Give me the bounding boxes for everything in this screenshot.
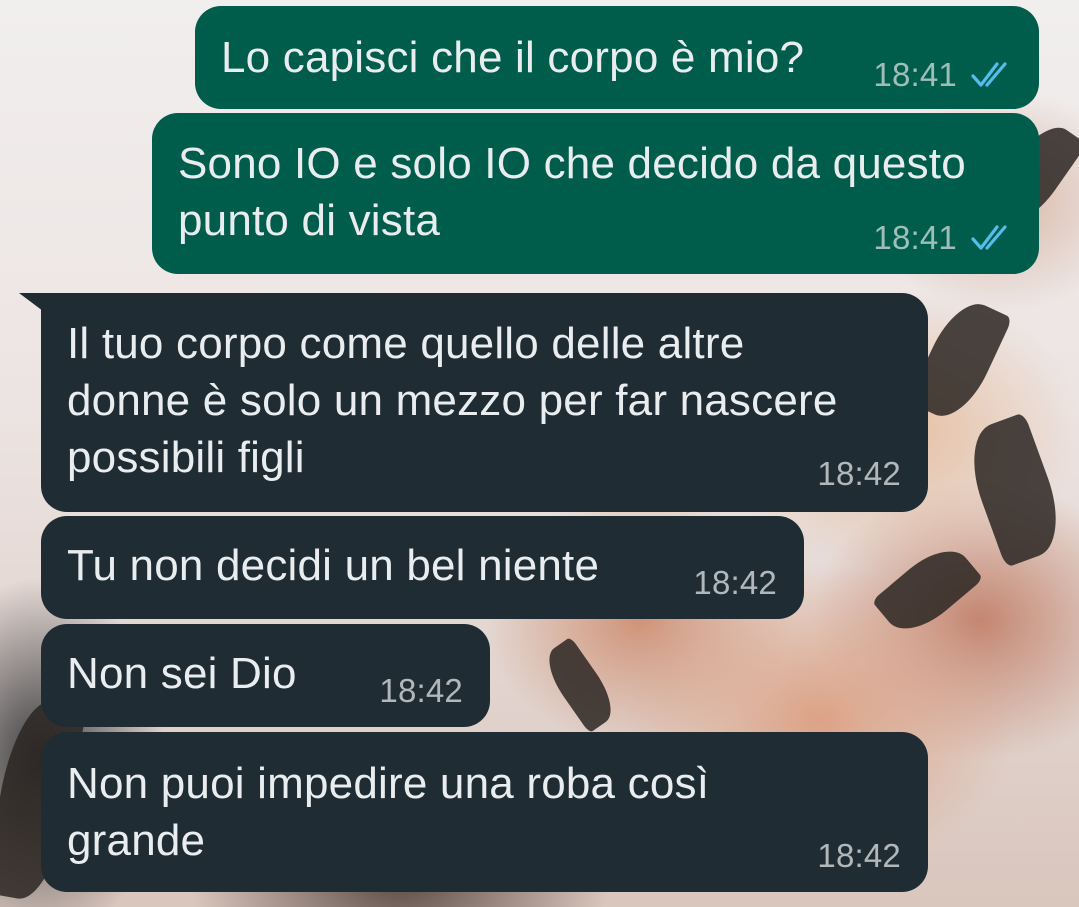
double-check-icon: [971, 62, 1007, 87]
outgoing-message-bubble[interactable]: Sono IO e solo IO che decido da questo p…: [152, 113, 1039, 274]
message-timestamp: 18:42: [817, 455, 901, 492]
message-text: Sono IO e solo IO che decido da questo p…: [178, 139, 966, 245]
incoming-message-bubble[interactable]: Non sei Dio 18:42: [41, 624, 490, 727]
incoming-message-bubble[interactable]: Tu non decidi un bel niente 18:42: [41, 516, 804, 619]
message-text: Non sei Dio: [67, 649, 297, 698]
message-timestamp: 18:42: [817, 837, 901, 874]
incoming-message-bubble[interactable]: Il tuo corpo come quello delle altre don…: [19, 293, 928, 512]
message-meta: 18:42: [817, 456, 901, 492]
message-text: Tu non decidi un bel niente: [67, 541, 600, 590]
message-text: Il tuo corpo come quello delle altre don…: [67, 319, 838, 482]
message-timestamp: 18:41: [873, 219, 957, 256]
double-check-icon: [971, 225, 1007, 250]
message-meta: 18:41: [873, 220, 1015, 256]
message-meta: 18:41: [873, 57, 1015, 93]
message-timestamp: 18:42: [379, 672, 463, 709]
incoming-message-bubble[interactable]: Non puoi impedire una roba così grande 1…: [41, 732, 928, 892]
message-meta: 18:42: [817, 838, 901, 874]
outgoing-message-bubble[interactable]: Lo capisci che il corpo è mio? 18:41: [195, 6, 1039, 109]
message-meta: 18:42: [693, 565, 777, 601]
bubble-tail: [19, 293, 59, 323]
message-text: Lo capisci che il corpo è mio?: [221, 33, 805, 82]
message-timestamp: 18:42: [693, 564, 777, 601]
message-text: Non puoi impedire una roba così grande: [67, 759, 710, 865]
message-meta: 18:42: [379, 673, 463, 709]
message-timestamp: 18:41: [873, 56, 957, 93]
message-list[interactable]: Lo capisci che il corpo è mio? 18:41 Son…: [0, 0, 1079, 907]
